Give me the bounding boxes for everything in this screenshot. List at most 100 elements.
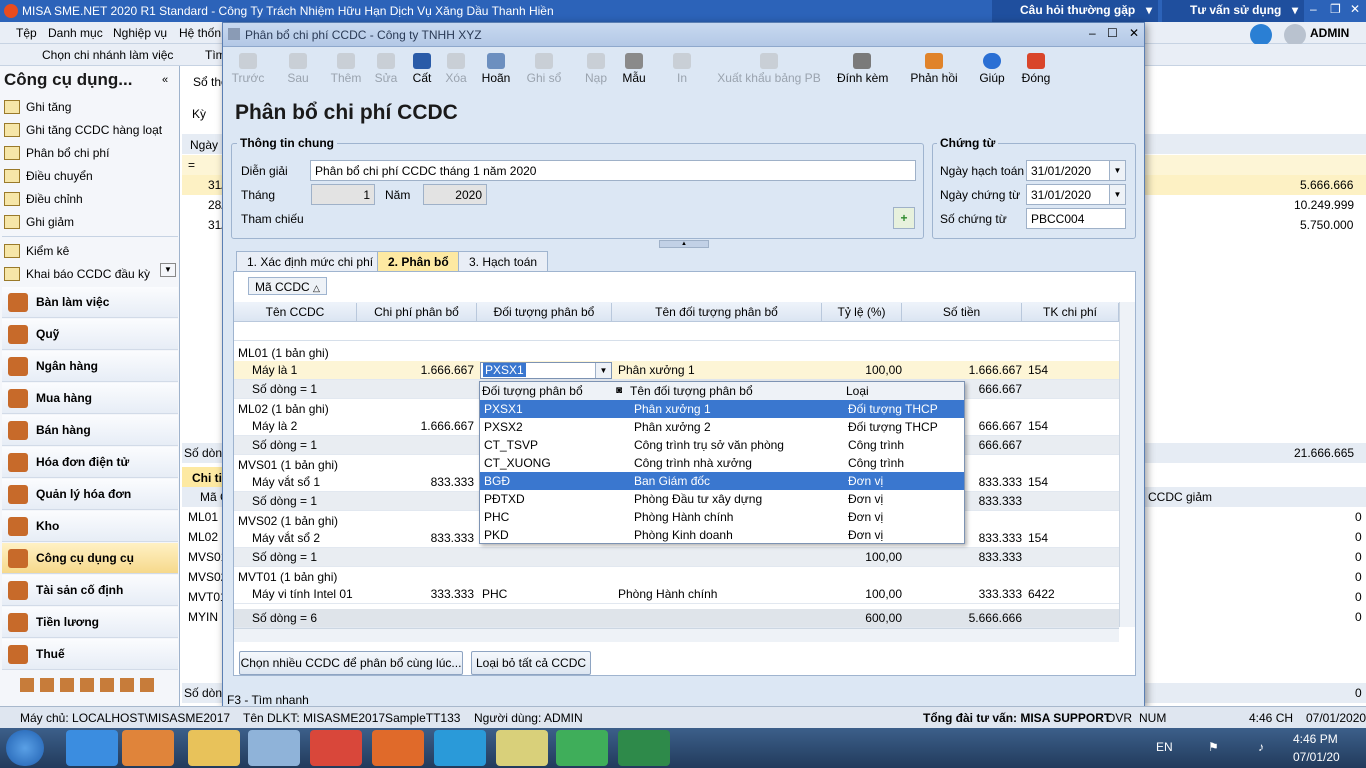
select-multiple-ccdc-button[interactable]: Chọn nhiều CCDC để phân bổ cùng lúc... [239, 651, 463, 675]
sidebar-item-ghi-tang-hang-loat[interactable]: Ghi tăng CCDC hàng loạt [4, 123, 162, 137]
dropdown-option[interactable]: BGĐ Ban Giám đốc Đơn vị [480, 472, 964, 490]
volume-icon[interactable]: ♪ [1258, 740, 1264, 754]
vertical-scrollbar[interactable] [1119, 302, 1135, 627]
module-mua-hang[interactable]: Mua hàng [2, 383, 178, 414]
globe-icon[interactable] [1250, 24, 1272, 46]
sidebar-item-ghi-giam[interactable]: Ghi giảm [4, 215, 74, 229]
collapse-icon[interactable]: « [162, 74, 168, 86]
minimize-button[interactable]: – [1310, 2, 1317, 16]
col-tk-chi-phi[interactable]: TK chi phí [1022, 303, 1119, 321]
col-doi-tuong[interactable]: Đối tượng phân bổ [477, 303, 612, 321]
calendar-dropdown-icon[interactable]: ▼ [1109, 161, 1125, 180]
feedback-button[interactable]: Phản hồi [909, 53, 959, 93]
group-row[interactable]: MVS01 (1 bản ghi) [238, 458, 338, 472]
group-row[interactable]: ML02 (1 bản ghi) [238, 402, 329, 416]
undo-button[interactable]: Hoãn [471, 53, 521, 93]
menu-nghiep-vu[interactable]: Nghiệp vụ [113, 26, 167, 40]
dropdown-option[interactable]: PXSX2 Phân xưởng 2 Đối tượng THCP [480, 418, 964, 436]
snipping-icon[interactable] [248, 730, 300, 766]
media-player-icon[interactable] [122, 730, 174, 766]
tab-hach-toan[interactable]: 3. Hạch toán [458, 251, 549, 271]
horizontal-scrollbar[interactable] [234, 628, 1119, 642]
col-so-tien[interactable]: Số tiền [902, 303, 1022, 321]
dialog-close[interactable]: ✕ [1129, 26, 1139, 40]
module-shortcuts[interactable] [20, 678, 160, 692]
dropdown-option[interactable]: PXSX1 Phân xưởng 1 Đối tượng THCP [480, 400, 964, 418]
post-button[interactable]: Ghi sổ [519, 53, 569, 93]
sidebar-item-kiem-ke[interactable]: Kiểm kê [4, 244, 69, 258]
user-avatar-icon[interactable] [1284, 24, 1306, 46]
module-ban-lam-viec[interactable]: Bàn làm việc [2, 287, 178, 318]
module-quy[interactable]: Quỹ [2, 319, 178, 350]
export-table-button[interactable]: Xuất khẩu bảng PB [717, 53, 821, 93]
misa-icon[interactable] [556, 730, 608, 766]
group-row[interactable]: ML01 (1 bản ghi) [238, 346, 329, 360]
group-row[interactable]: MVS02 (1 bản ghi) [238, 514, 338, 528]
chrome-icon[interactable] [310, 730, 362, 766]
start-button[interactable] [6, 730, 44, 766]
bg-chi-tiet-tab[interactable]: Chi ti [192, 471, 222, 485]
module-tai-san-co-dinh[interactable]: Tài sản cố định [2, 575, 178, 606]
add-reference-icon[interactable]: + [893, 207, 915, 229]
faq-button[interactable]: Câu hỏi thường gặp ▾ [992, 0, 1158, 22]
clock-date[interactable]: 07/01/20 [1293, 750, 1340, 764]
collapse-handle[interactable]: ▲ [659, 240, 709, 248]
dropdown-option[interactable]: CT_TSVP Công trình trụ sở văn phòng Công t… [480, 436, 964, 454]
help-button[interactable]: Giúp [969, 53, 1015, 93]
group-row[interactable]: MVT01 (1 bản ghi) [238, 570, 337, 584]
dialog-maximize[interactable]: ☐ [1107, 26, 1118, 40]
dialog-minimize[interactable]: – [1089, 26, 1096, 40]
year-input[interactable]: 2020 [423, 184, 487, 205]
excel-icon[interactable] [618, 730, 670, 766]
sidebar-item-dieu-chuyen[interactable]: Điều chuyển [4, 169, 93, 183]
sidebar-item-phan-bo[interactable]: Phân bổ chi phí [4, 146, 109, 160]
restore-button[interactable]: ❐ [1330, 2, 1341, 16]
ie-icon[interactable] [66, 730, 118, 766]
sidebar-item-khai-bao[interactable]: Khai báo CCDC đầu kỳ [4, 267, 150, 281]
module-ngan-hang[interactable]: Ngân hàng [2, 351, 178, 382]
print-button[interactable]: In [657, 53, 707, 93]
sidebar-item-dieu-chinh[interactable]: Điều chỉnh [4, 192, 83, 206]
menu-he-thong[interactable]: Hệ thốn [179, 26, 221, 40]
skype-icon[interactable] [434, 730, 486, 766]
explorer-icon[interactable] [188, 730, 240, 766]
month-input[interactable]: 1 [311, 184, 375, 205]
module-tien-luong[interactable]: Tiền lương [2, 607, 178, 638]
col-ten-ccdc[interactable]: Tên CCDC [234, 303, 357, 321]
dropdown-option[interactable]: PĐTXD Phòng Đầu tư xây dựng Đơn vị [480, 490, 964, 508]
col-chi-phi[interactable]: Chi phí phân bổ [357, 303, 477, 321]
sidebar-item-ghi-tang[interactable]: Ghi tăng [4, 100, 71, 114]
calendar-dropdown-icon[interactable]: ▼ [1109, 185, 1125, 204]
next-button[interactable]: Sau [273, 53, 323, 93]
tab-phan-bo[interactable]: 2. Phân bổ [377, 251, 460, 271]
dropdown-option[interactable]: CT_XUONG Công trình nhà xưởng Công trình [480, 454, 964, 472]
branch-selector[interactable]: Chọn chi nhánh làm việc [42, 48, 173, 62]
module-quan-ly-hoa-don[interactable]: Quản lý hóa đơn [2, 479, 178, 510]
description-input[interactable]: Phân bổ chi phí CCDC tháng 1 năm 2020 [310, 160, 916, 181]
language-indicator[interactable]: EN [1156, 740, 1173, 754]
module-thue[interactable]: Thuế [2, 639, 178, 670]
close-form-button[interactable]: Đóng [1011, 53, 1061, 93]
close-button[interactable]: ✕ [1350, 2, 1360, 16]
flag-icon[interactable]: ⚑ [1208, 740, 1219, 754]
group-by-chip[interactable]: Mã CCDC △ [248, 277, 327, 295]
dropdown-option[interactable]: PHC Phòng Hành chính Đơn vị [480, 508, 964, 526]
filter-row[interactable] [234, 323, 1119, 341]
module-ban-hang[interactable]: Bán hàng [2, 415, 178, 446]
scroll-down-icon[interactable]: ▼ [160, 263, 176, 277]
remove-all-ccdc-button[interactable]: Loại bỏ tất cả CCDC [471, 651, 591, 675]
dropdown-option[interactable]: PKD Phòng Kinh doanh Đơn vị [480, 526, 964, 544]
module-cong-cu-dung-cu[interactable]: Công cụ dụng cụ [2, 543, 178, 574]
module-kho[interactable]: Kho [2, 511, 178, 542]
object-combo[interactable]: PXSX1 ▼ [480, 362, 612, 379]
voucher-number-input[interactable]: PBCC004 [1026, 208, 1126, 229]
col-ty-le[interactable]: Tỷ lệ (%) [822, 303, 902, 321]
table-row[interactable]: Máy vi tính Intel 01 333.333 PHC Phòng H… [234, 585, 1119, 604]
tab-xac-dinh-muc[interactable]: 1. Xác định mức chi phí [236, 251, 385, 271]
menu-danh-muc[interactable]: Danh mục [48, 26, 103, 40]
attach-button[interactable]: Đính kèm [837, 53, 888, 93]
template-button[interactable]: Mẫu [609, 53, 659, 93]
clock-time[interactable]: 4:46 PM [1293, 732, 1338, 746]
prev-button[interactable]: Trước [223, 53, 273, 93]
posting-date-input[interactable]: 31/01/2020 ▼ [1026, 160, 1126, 181]
